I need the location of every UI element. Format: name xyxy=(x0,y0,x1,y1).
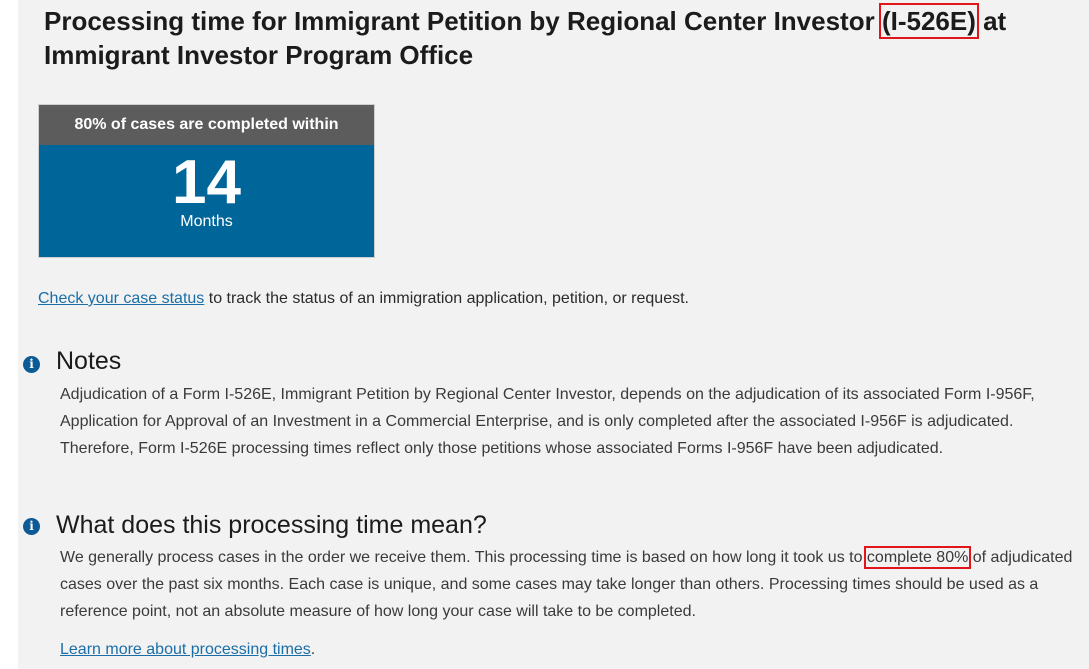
learn-more-link[interactable]: Learn more about processing times xyxy=(60,641,311,658)
meaning-highlight: complete 80% xyxy=(863,546,972,569)
title-prefix: Processing time for Immigrant Petition b… xyxy=(44,6,882,36)
learn-more-suffix: . xyxy=(310,641,316,658)
card-header: 80% of cases are completed within xyxy=(39,105,374,145)
info-icon: i xyxy=(23,356,40,373)
meaning-body: We generally process cases in the order … xyxy=(60,544,1080,625)
notes-body: Adjudication of a Form I-526E, Immigrant… xyxy=(60,386,1035,457)
page-title: Processing time for Immigrant Petition b… xyxy=(44,3,1044,72)
processing-time-unit: Months xyxy=(180,213,233,230)
processing-time-card: 80% of cases are completed within 14 Mon… xyxy=(38,104,375,258)
card-body: 14 Months xyxy=(39,145,374,257)
info-icon: i xyxy=(23,518,40,535)
learn-more-line: Learn more about processing times. xyxy=(60,641,315,659)
processing-time-value: 14 xyxy=(172,148,241,217)
notes-heading: Notes xyxy=(56,347,122,375)
meaning-heading: What does this processing time mean? xyxy=(56,511,487,539)
check-case-status-link[interactable]: Check your case status xyxy=(38,290,204,307)
title-form-number: (I-526E) xyxy=(878,3,979,39)
case-status-line: Check your case status to track the stat… xyxy=(38,290,689,308)
case-status-text: to track the status of an immigration ap… xyxy=(204,290,689,307)
meaning-body-a: We generally process cases in the order … xyxy=(60,549,867,566)
